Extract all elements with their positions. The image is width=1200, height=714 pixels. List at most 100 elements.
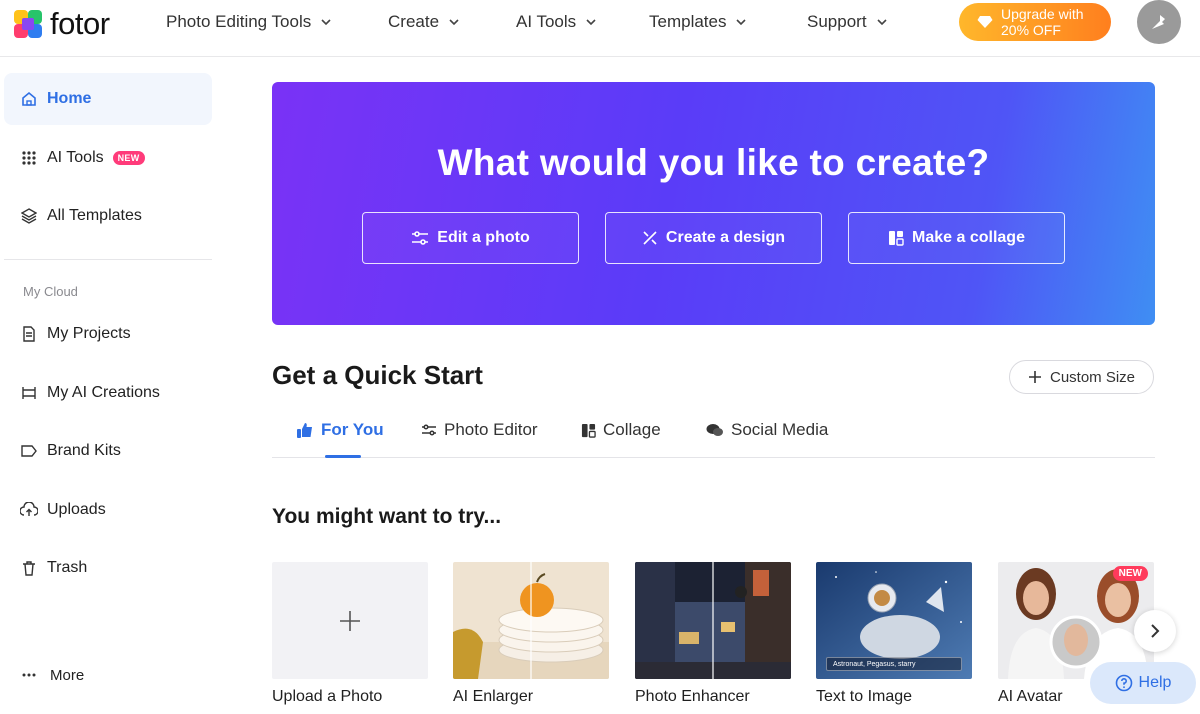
collage-icon (889, 231, 904, 246)
help-question-icon (1115, 674, 1132, 692)
hero-banner: What would you like to create? Edit a ph… (272, 82, 1155, 325)
pen-ruler-icon (643, 231, 657, 245)
active-tab-indicator (325, 455, 361, 458)
make-collage-button[interactable]: Make a collage (848, 212, 1065, 264)
card-label: Upload a Photo (272, 688, 383, 705)
cloud-upload-icon (20, 501, 38, 519)
fotor-logo[interactable]: fotor (14, 6, 110, 42)
upgrade-line-1: Upgrade with (1001, 6, 1084, 22)
collage-icon (581, 423, 596, 438)
button-label: Edit a photo (437, 229, 530, 246)
card-label: AI Enlarger (453, 688, 534, 705)
tab-label: Photo Editor (444, 420, 538, 439)
button-label: Make a collage (912, 229, 1025, 246)
new-badge: NEW (1112, 566, 1148, 581)
sidebar-item-all-templates[interactable]: All Templates (4, 190, 212, 242)
sliders-icon (412, 231, 429, 245)
plus-icon (340, 610, 360, 631)
nav-label: Support (807, 12, 867, 31)
sidebar-divider (4, 259, 212, 260)
chevron-right-icon (1151, 624, 1160, 638)
custom-size-label: Custom Size (1049, 368, 1136, 386)
sidebar-item-ai-tools[interactable]: AI Tools NEW (4, 132, 212, 184)
nav-support[interactable]: Support (807, 0, 887, 44)
nav-label: Create (388, 12, 440, 31)
sidebar-item-label: Brand Kits (47, 442, 121, 459)
tab-collage[interactable]: Collage (581, 412, 661, 448)
ai-frame-icon (20, 384, 38, 402)
my-cloud-label: My Cloud (23, 284, 78, 299)
card-ai-enlarger[interactable]: AI Enlarger (453, 562, 609, 706)
create-design-button[interactable]: Create a design (605, 212, 822, 264)
sidebar-item-label: My AI Creations (47, 384, 160, 401)
new-badge: NEW (112, 151, 145, 165)
card-label: Text to Image (816, 688, 913, 705)
fotor-logo-icon (14, 10, 42, 38)
ai-enlarger-thumbnail (453, 562, 609, 679)
tab-for-you[interactable]: For You (296, 412, 384, 448)
plus-icon (1028, 371, 1041, 383)
card-photo-enhancer[interactable]: Photo Enhancer (635, 562, 791, 706)
tab-photo-editor[interactable]: Photo Editor (421, 412, 538, 448)
sidebar-item-brand-kits[interactable]: Brand Kits (4, 425, 212, 477)
custom-size-button[interactable]: Custom Size (1009, 360, 1154, 394)
document-icon (20, 325, 38, 343)
sidebar-item-label: Trash (47, 559, 88, 576)
tag-icon (20, 442, 38, 460)
sidebar-more[interactable]: More (4, 649, 212, 701)
sidebar-item-trash[interactable]: Trash (4, 542, 212, 594)
card-upload-photo[interactable]: Upload a Photo (272, 562, 428, 706)
chevron-down-icon (586, 19, 596, 26)
photo-enhancer-thumbnail (635, 562, 791, 679)
chevron-down-icon (321, 19, 331, 26)
upgrade-line-2: 20% OFF (1001, 22, 1061, 38)
button-label: Create a design (665, 229, 786, 246)
help-button[interactable]: Help (1090, 662, 1196, 704)
sidebar-item-home[interactable]: Home (4, 73, 212, 125)
help-label: Help (1138, 674, 1172, 691)
top-navigation-bar: fotor Photo Editing Tools Create AI Tool… (0, 0, 1200, 57)
sidebar-item-label: All Templates (47, 207, 142, 224)
hero-title: What would you like to create? (437, 142, 990, 183)
prompt-caption: Astronaut, Pegasus, starry (826, 657, 962, 671)
nav-templates[interactable]: Templates (649, 0, 747, 44)
nav-label: Templates (649, 12, 727, 31)
layers-icon (20, 207, 38, 225)
trash-icon (20, 559, 38, 577)
thumbs-up-icon (297, 423, 312, 438)
home-icon (20, 90, 38, 108)
sidebar-item-my-projects[interactable]: My Projects (4, 308, 212, 360)
tab-label: Social Media (731, 420, 829, 439)
sidebar: Home AI Tools NEW All Templates My Cloud… (0, 57, 230, 714)
diamond-icon (977, 16, 993, 28)
tab-label: Collage (603, 420, 661, 439)
nav-photo-editing-tools[interactable]: Photo Editing Tools (166, 0, 331, 44)
sidebar-item-my-ai-creations[interactable]: My AI Creations (4, 367, 212, 419)
sidebar-item-uploads[interactable]: Uploads (4, 484, 212, 536)
upgrade-button[interactable]: Upgrade with 20% OFF (959, 3, 1111, 41)
sidebar-item-label: AI Tools (47, 149, 104, 166)
nav-ai-tools[interactable]: AI Tools (516, 0, 596, 44)
carousel-next-button[interactable] (1134, 610, 1176, 652)
edit-photo-button[interactable]: Edit a photo (362, 212, 579, 264)
upload-thumbnail (272, 562, 428, 679)
suggestions-title: You might want to try... (272, 505, 502, 528)
chevron-down-icon (876, 19, 887, 26)
tab-social-media[interactable]: Social Media (706, 412, 828, 448)
user-avatar[interactable] (1137, 0, 1181, 44)
tab-label: For You (321, 420, 384, 439)
nav-label: AI Tools (516, 12, 577, 31)
sliders-icon (422, 424, 436, 436)
logo-text: fotor (50, 6, 110, 41)
nav-create[interactable]: Create (388, 0, 459, 44)
quick-start-title: Get a Quick Start (272, 360, 483, 390)
sidebar-item-label: Home (47, 90, 92, 107)
chevron-down-icon (736, 19, 747, 26)
more-label: More (50, 666, 85, 684)
card-label: Photo Enhancer (635, 688, 750, 705)
nav-label: Photo Editing Tools (166, 12, 312, 31)
chat-bubbles-icon (706, 424, 723, 436)
card-text-to-image[interactable]: Text to Image (816, 562, 972, 706)
bird-icon (1152, 15, 1165, 29)
chevron-down-icon (449, 19, 459, 26)
